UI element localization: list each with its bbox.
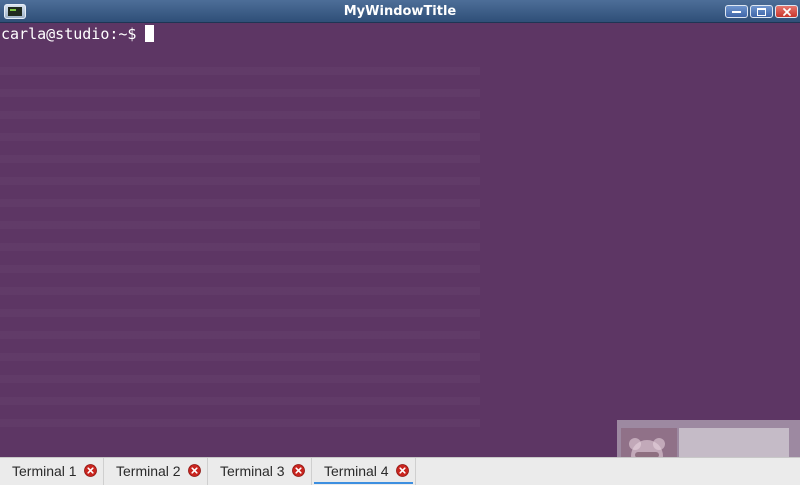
- minimize-button[interactable]: [725, 5, 748, 18]
- tab-terminal-1[interactable]: Terminal 1: [0, 458, 104, 485]
- maximize-button[interactable]: [750, 5, 773, 18]
- active-tab-indicator: [314, 482, 413, 484]
- prompt-line: carla@studio:~$: [1, 25, 155, 43]
- tab-label: Terminal 3: [220, 463, 285, 479]
- tab-close-icon[interactable]: [396, 464, 409, 477]
- terminal-area[interactable]: carla@studio:~$: [0, 23, 800, 457]
- tab-label: Terminal 1: [12, 463, 77, 479]
- tab-label: Terminal 2: [116, 463, 181, 479]
- tab-terminal-3[interactable]: Terminal 3: [208, 458, 312, 485]
- window-title: MyWindowTitle: [343, 4, 457, 19]
- close-icon: [783, 8, 791, 16]
- tab-label: Terminal 4: [324, 463, 389, 479]
- tab-close-icon[interactable]: [84, 464, 97, 477]
- tab-terminal-4[interactable]: Terminal 4: [312, 458, 416, 485]
- text-cursor: [145, 25, 155, 42]
- tab-bar: Terminal 1 Terminal 2 Terminal 3 Termina…: [0, 457, 800, 485]
- tab-close-icon[interactable]: [292, 464, 305, 477]
- tab-close-icon[interactable]: [188, 464, 201, 477]
- title-bar[interactable]: MyWindowTitle: [0, 0, 800, 23]
- terminal-window: MyWindowTitle carla@studio:~$ Terminal 1: [0, 0, 800, 485]
- tab-terminal-2[interactable]: Terminal 2: [104, 458, 208, 485]
- close-window-button[interactable]: [775, 5, 798, 18]
- background-texture: [0, 53, 480, 433]
- shell-prompt: carla@studio:~$: [1, 25, 137, 43]
